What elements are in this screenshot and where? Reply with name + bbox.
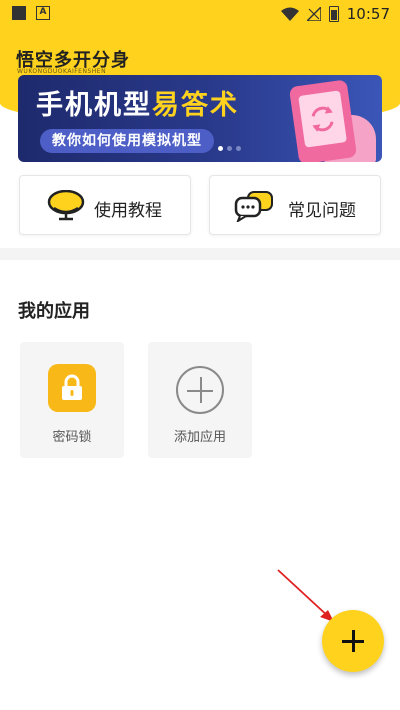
signal-icon: [306, 7, 321, 21]
fab-add-button[interactable]: [322, 610, 384, 672]
pager-dot: [236, 146, 241, 151]
app-tile-label: 添加应用: [173, 430, 226, 445]
faq-label: 常见问题: [288, 201, 356, 221]
a-badge-icon: A: [36, 6, 50, 20]
wifi-icon: [280, 7, 299, 21]
my-apps-title: 我的应用: [18, 301, 90, 322]
app-tile-label: 密码锁: [52, 430, 92, 445]
phone-screen: [298, 90, 347, 148]
app-subtitle: WUKONGDUOKAIFENSHEN: [17, 68, 107, 75]
app-tile-password-lock[interactable]: 密码锁: [20, 342, 124, 458]
phone-illustration: [288, 79, 358, 162]
faq-chat-icon: [234, 191, 273, 222]
banner-title-main: 手机机型: [36, 90, 152, 121]
banner-pager: [218, 146, 241, 151]
notification-icon: [12, 6, 26, 20]
tutorial-label: 使用教程: [94, 201, 162, 221]
banner-title-highlight: 易答术: [152, 90, 239, 121]
refresh-icon: [311, 106, 334, 132]
battery-icon: [328, 6, 339, 22]
tutorial-monitor-icon: [47, 190, 85, 221]
status-bar: A 10:57: [0, 0, 400, 30]
pager-dot: [218, 146, 223, 151]
section-divider: [0, 248, 400, 260]
banner-subtitle: 教你如何使用模拟机型: [40, 129, 214, 153]
app-tile-add-app[interactable]: 添加应用: [148, 342, 252, 458]
add-circle-icon: [176, 366, 224, 414]
promo-banner[interactable]: 手机机型易答术 教你如何使用模拟机型: [18, 75, 382, 162]
banner-title: 手机机型易答术: [36, 83, 239, 122]
status-time: 10:57: [346, 5, 390, 23]
faq-button[interactable]: 常见问题: [209, 175, 381, 235]
pager-dot: [227, 146, 232, 151]
lock-icon: [48, 364, 96, 412]
tutorial-button[interactable]: 使用教程: [19, 175, 191, 235]
